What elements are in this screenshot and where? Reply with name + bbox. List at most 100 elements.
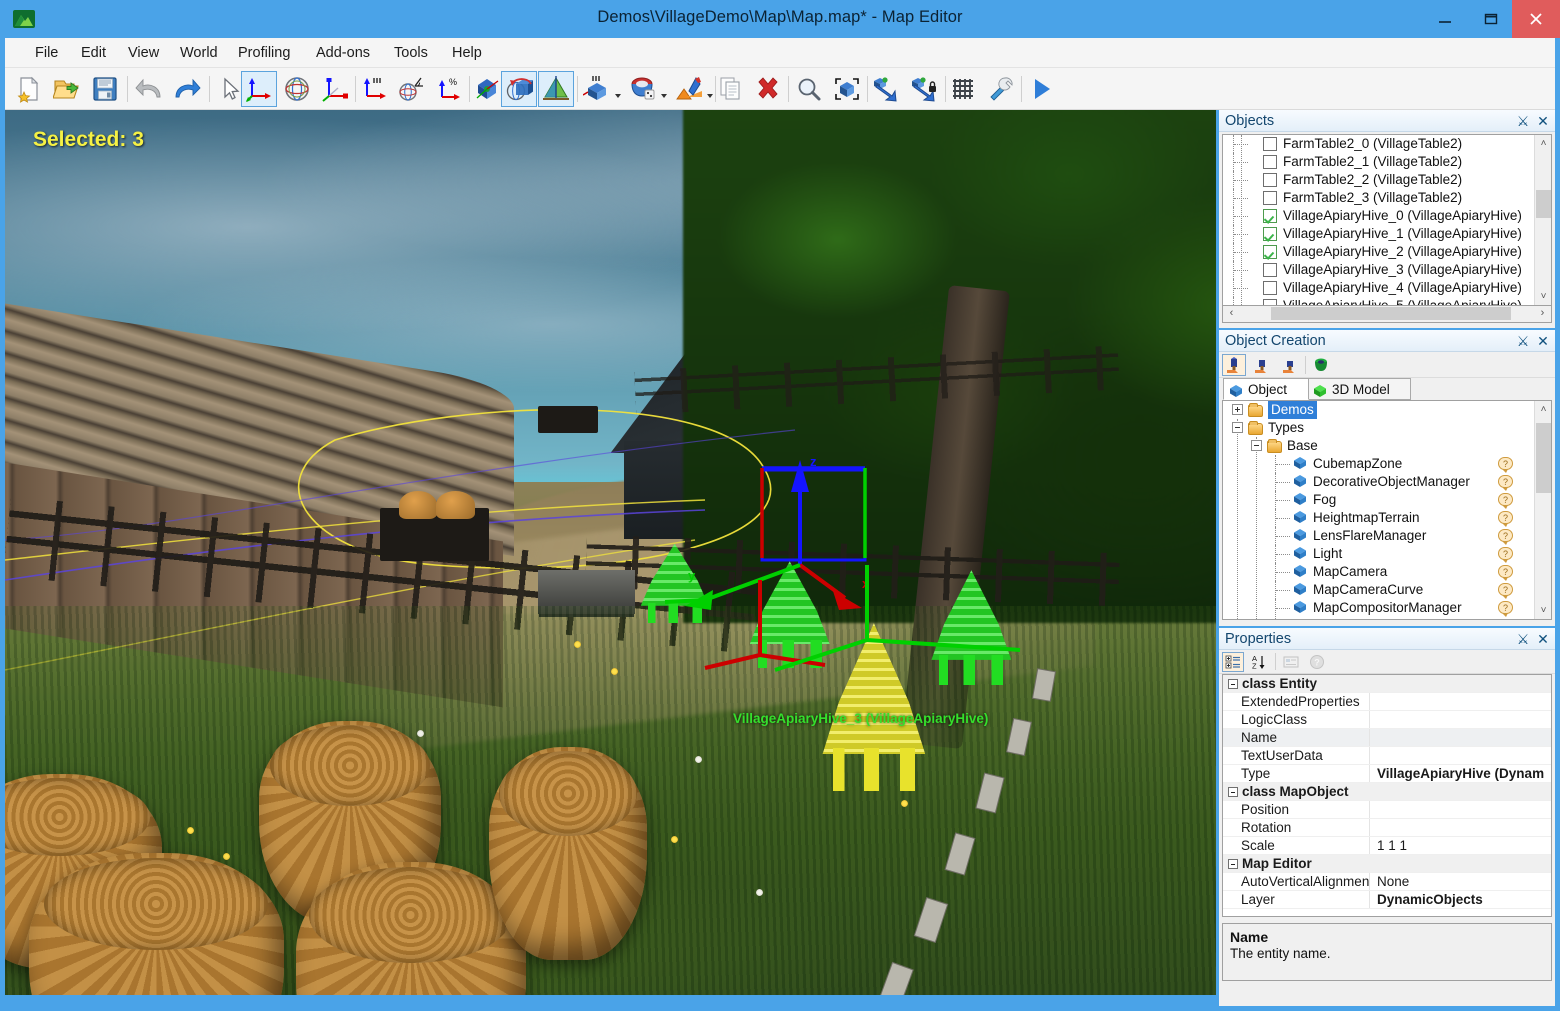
checkbox[interactable]: [1263, 281, 1277, 295]
create-object-multi-button[interactable]: [1278, 354, 1302, 376]
property-row[interactable]: Type VillageApiaryHive (Dynam: [1223, 765, 1551, 783]
menu-edit[interactable]: Edit: [71, 38, 116, 68]
list-item[interactable]: FarmTable2_0 (VillageTable2): [1223, 135, 1533, 153]
property-row[interactable]: LogicClass: [1223, 711, 1551, 729]
property-value[interactable]: VillageApiaryHive (Dynam: [1373, 765, 1551, 783]
tree-item-type[interactable]: Light ?: [1223, 545, 1533, 563]
pivot-mode-button[interactable]: [469, 71, 505, 107]
scroll-left-icon[interactable]: ‹: [1223, 306, 1240, 321]
list-item[interactable]: VillageApiaryHive_0 (VillageApiaryHive): [1223, 207, 1533, 225]
pin-icon[interactable]: ⚔: [1515, 628, 1531, 650]
property-row[interactable]: TextUserData: [1223, 747, 1551, 765]
tree-item-type[interactable]: MapCameraCurve ?: [1223, 581, 1533, 599]
scroll-down-icon[interactable]: ˅: [1535, 602, 1551, 619]
rotate-snap-button[interactable]: [393, 71, 429, 107]
help-bubble-icon[interactable]: ?: [1498, 601, 1513, 617]
scrollbar-thumb[interactable]: [1271, 307, 1511, 320]
tree-item-type[interactable]: MapCamera ?: [1223, 563, 1533, 581]
tree-item-types[interactable]: Types: [1223, 419, 1533, 437]
scale-snap-button[interactable]: %: [431, 71, 467, 107]
chevron-down-icon[interactable]: [615, 94, 621, 98]
menu-help[interactable]: Help: [442, 38, 492, 68]
tree-item-demos[interactable]: Demos: [1223, 401, 1533, 419]
checkbox[interactable]: [1263, 299, 1277, 305]
drop-lock-button[interactable]: [905, 71, 941, 107]
vertical-align-button[interactable]: [538, 71, 574, 107]
grid-button[interactable]: [945, 71, 981, 107]
drop-to-ground-button[interactable]: [867, 71, 903, 107]
tree-item-type[interactable]: CubemapZone ?: [1223, 455, 1533, 473]
property-category[interactable]: Map Editor: [1223, 855, 1551, 873]
scroll-right-icon[interactable]: ›: [1534, 306, 1551, 321]
tab-object[interactable]: Object: [1223, 378, 1309, 400]
close-icon[interactable]: ✕: [1535, 330, 1551, 352]
copy-button[interactable]: [713, 71, 749, 107]
play-button[interactable]: [1023, 71, 1059, 107]
tree-item-type[interactable]: LensFlareManager ?: [1223, 527, 1533, 545]
new-map-button[interactable]: [11, 71, 47, 107]
list-item[interactable]: FarmTable2_1 (VillageTable2): [1223, 153, 1533, 171]
create-object-at-cursor-button[interactable]: [1250, 354, 1274, 376]
pin-icon[interactable]: ⚔: [1515, 110, 1531, 132]
settings-button[interactable]: [983, 71, 1019, 107]
collapse-icon[interactable]: [1228, 787, 1238, 797]
world-space-button[interactable]: [501, 71, 537, 107]
menu-file[interactable]: File: [25, 38, 68, 68]
menu-tools[interactable]: Tools: [384, 38, 438, 68]
maximize-button[interactable]: [1468, 0, 1514, 38]
alphabetical-sort-button[interactable]: A Z: [1248, 652, 1270, 672]
collapse-icon[interactable]: [1228, 859, 1238, 869]
beehive-highlighted[interactable]: [822, 623, 926, 792]
beehive-green[interactable]: [640, 543, 709, 624]
object-creation-tree[interactable]: Demos Types Base CubemapZone ? Decorativ…: [1222, 400, 1552, 620]
help-bubble-icon[interactable]: ?: [1498, 457, 1513, 473]
property-value[interactable]: 1 1 1: [1373, 837, 1551, 855]
close-icon[interactable]: ✕: [1535, 110, 1551, 132]
checkbox[interactable]: [1263, 227, 1277, 241]
help-bubble-icon[interactable]: ?: [1498, 529, 1513, 545]
redo-button[interactable]: [169, 71, 205, 107]
property-row-selected[interactable]: Name: [1223, 729, 1551, 747]
categorized-view-button[interactable]: [1222, 652, 1244, 672]
object-mode-button[interactable]: [579, 71, 623, 107]
help-bubble-icon[interactable]: ?: [1498, 475, 1513, 491]
scroll-up-icon[interactable]: ˄: [1535, 135, 1551, 152]
expand-plus-icon[interactable]: [1232, 404, 1243, 415]
viewport-3d[interactable]: z x y Selected: 3 VillageApiaryHive_3 (V…: [5, 110, 1216, 995]
scroll-down-icon[interactable]: ˅: [1535, 288, 1551, 305]
property-category[interactable]: class Entity: [1223, 675, 1551, 693]
property-row[interactable]: ExtendedProperties: [1223, 693, 1551, 711]
paint-tool-button[interactable]: [625, 71, 669, 107]
help-bubble-icon[interactable]: ?: [1498, 493, 1513, 509]
chevron-down-icon[interactable]: [661, 94, 667, 98]
property-row[interactable]: Rotation: [1223, 819, 1551, 837]
beehive-green[interactable]: [931, 570, 1012, 686]
tree-item-type[interactable]: MapCompositorManager ?: [1223, 599, 1533, 617]
create-object-button[interactable]: [1222, 354, 1246, 376]
help-bubble-icon[interactable]: ?: [1498, 511, 1513, 527]
help-bubble-icon[interactable]: ?: [1498, 583, 1513, 599]
property-row[interactable]: AutoVerticalAlignmen None: [1223, 873, 1551, 891]
list-item[interactable]: FarmTable2_2 (VillageTable2): [1223, 171, 1533, 189]
help-bubble-icon[interactable]: ?: [1498, 547, 1513, 563]
object-creation-vertical-scrollbar[interactable]: ˄ ˅: [1534, 401, 1551, 619]
list-item[interactable]: VillageApiaryHive_4 (VillageApiaryHive): [1223, 279, 1533, 297]
scrollbar-thumb[interactable]: [1536, 423, 1551, 493]
expand-minus-icon[interactable]: [1232, 422, 1243, 433]
menu-addons[interactable]: Add-ons: [306, 38, 380, 68]
property-row[interactable]: Position: [1223, 801, 1551, 819]
tab-3d-model[interactable]: 3D Model: [1307, 378, 1411, 400]
move-snap-button[interactable]: [355, 71, 391, 107]
list-item[interactable]: VillageApiaryHive_3 (VillageApiaryHive): [1223, 261, 1533, 279]
rotate-tool-button[interactable]: [279, 71, 315, 107]
tree-item-type[interactable]: DecorativeObjectManager ?: [1223, 473, 1533, 491]
undo-button[interactable]: [131, 71, 167, 107]
save-map-button[interactable]: [87, 71, 123, 107]
pin-icon[interactable]: ⚔: [1515, 330, 1531, 352]
checkbox[interactable]: [1263, 155, 1277, 169]
property-category[interactable]: class MapObject: [1223, 783, 1551, 801]
checkbox[interactable]: [1263, 173, 1277, 187]
menu-view[interactable]: View: [118, 38, 169, 68]
scroll-up-icon[interactable]: ˄: [1535, 401, 1551, 418]
scrollbar-thumb[interactable]: [1536, 190, 1551, 218]
